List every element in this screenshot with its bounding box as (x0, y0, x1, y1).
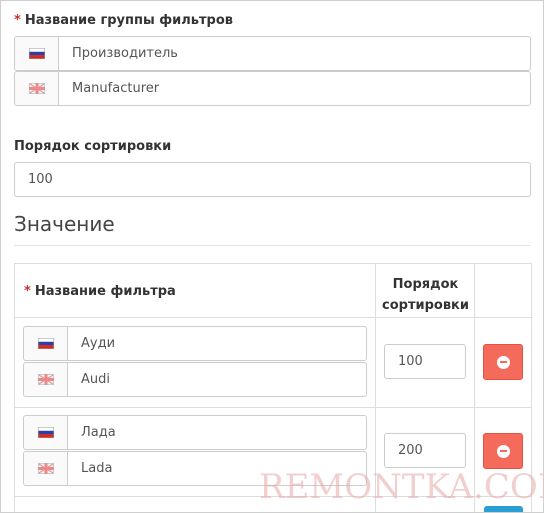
add-filter-button[interactable] (484, 506, 523, 512)
required-mark: * (14, 13, 21, 28)
filter-name-input-ru[interactable]: Ауди (23, 326, 367, 361)
watermark: REMONTKA.COM (259, 467, 544, 507)
delete-filter-button[interactable] (483, 433, 523, 469)
column-header-name: * Название фильтра (24, 284, 176, 299)
filter-name-value-ru[interactable]: Лада (68, 416, 366, 449)
row-divider (15, 407, 531, 408)
section-divider (14, 245, 531, 246)
language-addon (24, 416, 68, 449)
filter-group-label: * Название группы фильтров (14, 13, 233, 28)
flag-uk-icon (28, 83, 45, 94)
filter-group-value-en[interactable]: Manufacturer (59, 72, 530, 105)
filter-group-value-ru[interactable]: Производитель (59, 37, 530, 70)
language-addon (24, 327, 68, 360)
language-addon (15, 72, 59, 105)
flag-uk-icon (37, 463, 54, 474)
filter-name-value-en[interactable]: Audi (68, 363, 366, 396)
column-header-sort-line1: Порядок (392, 277, 459, 292)
flag-ru-icon (37, 427, 54, 438)
filter-sort-order-input[interactable]: 100 (384, 344, 466, 379)
delete-filter-button[interactable] (483, 344, 523, 380)
sort-order-input[interactable]: 100 (14, 162, 531, 197)
minus-circle-icon (496, 444, 510, 458)
language-addon (15, 37, 59, 70)
column-header-name-text: Название фильтра (34, 284, 176, 299)
language-addon (24, 452, 68, 485)
filter-group-input-ru[interactable]: Производитель (14, 36, 531, 71)
filter-name-input-en[interactable]: Audi (23, 362, 367, 397)
flag-uk-icon (37, 374, 54, 385)
sort-order-label: Порядок сортировки (14, 139, 172, 154)
filter-name-value-ru[interactable]: Ауди (68, 327, 366, 360)
row-divider (15, 317, 531, 318)
filter-form: * Название группы фильтров Производитель … (0, 0, 544, 513)
flag-ru-icon (28, 48, 45, 59)
column-header-sort-order: Порядок сортировки (376, 274, 475, 316)
filter-group-input-en[interactable]: Manufacturer (14, 71, 531, 106)
required-mark: * (24, 284, 31, 299)
values-section-title: Значение (14, 212, 115, 236)
flag-ru-icon (37, 338, 54, 349)
minus-circle-icon (496, 355, 510, 369)
language-addon (24, 363, 68, 396)
filter-sort-order-input[interactable]: 200 (384, 433, 466, 468)
filter-name-input-ru[interactable]: Лада (23, 415, 367, 450)
filter-group-label-text: Название группы фильтров (24, 13, 234, 28)
column-header-sort-line2: сортировки (382, 298, 469, 313)
